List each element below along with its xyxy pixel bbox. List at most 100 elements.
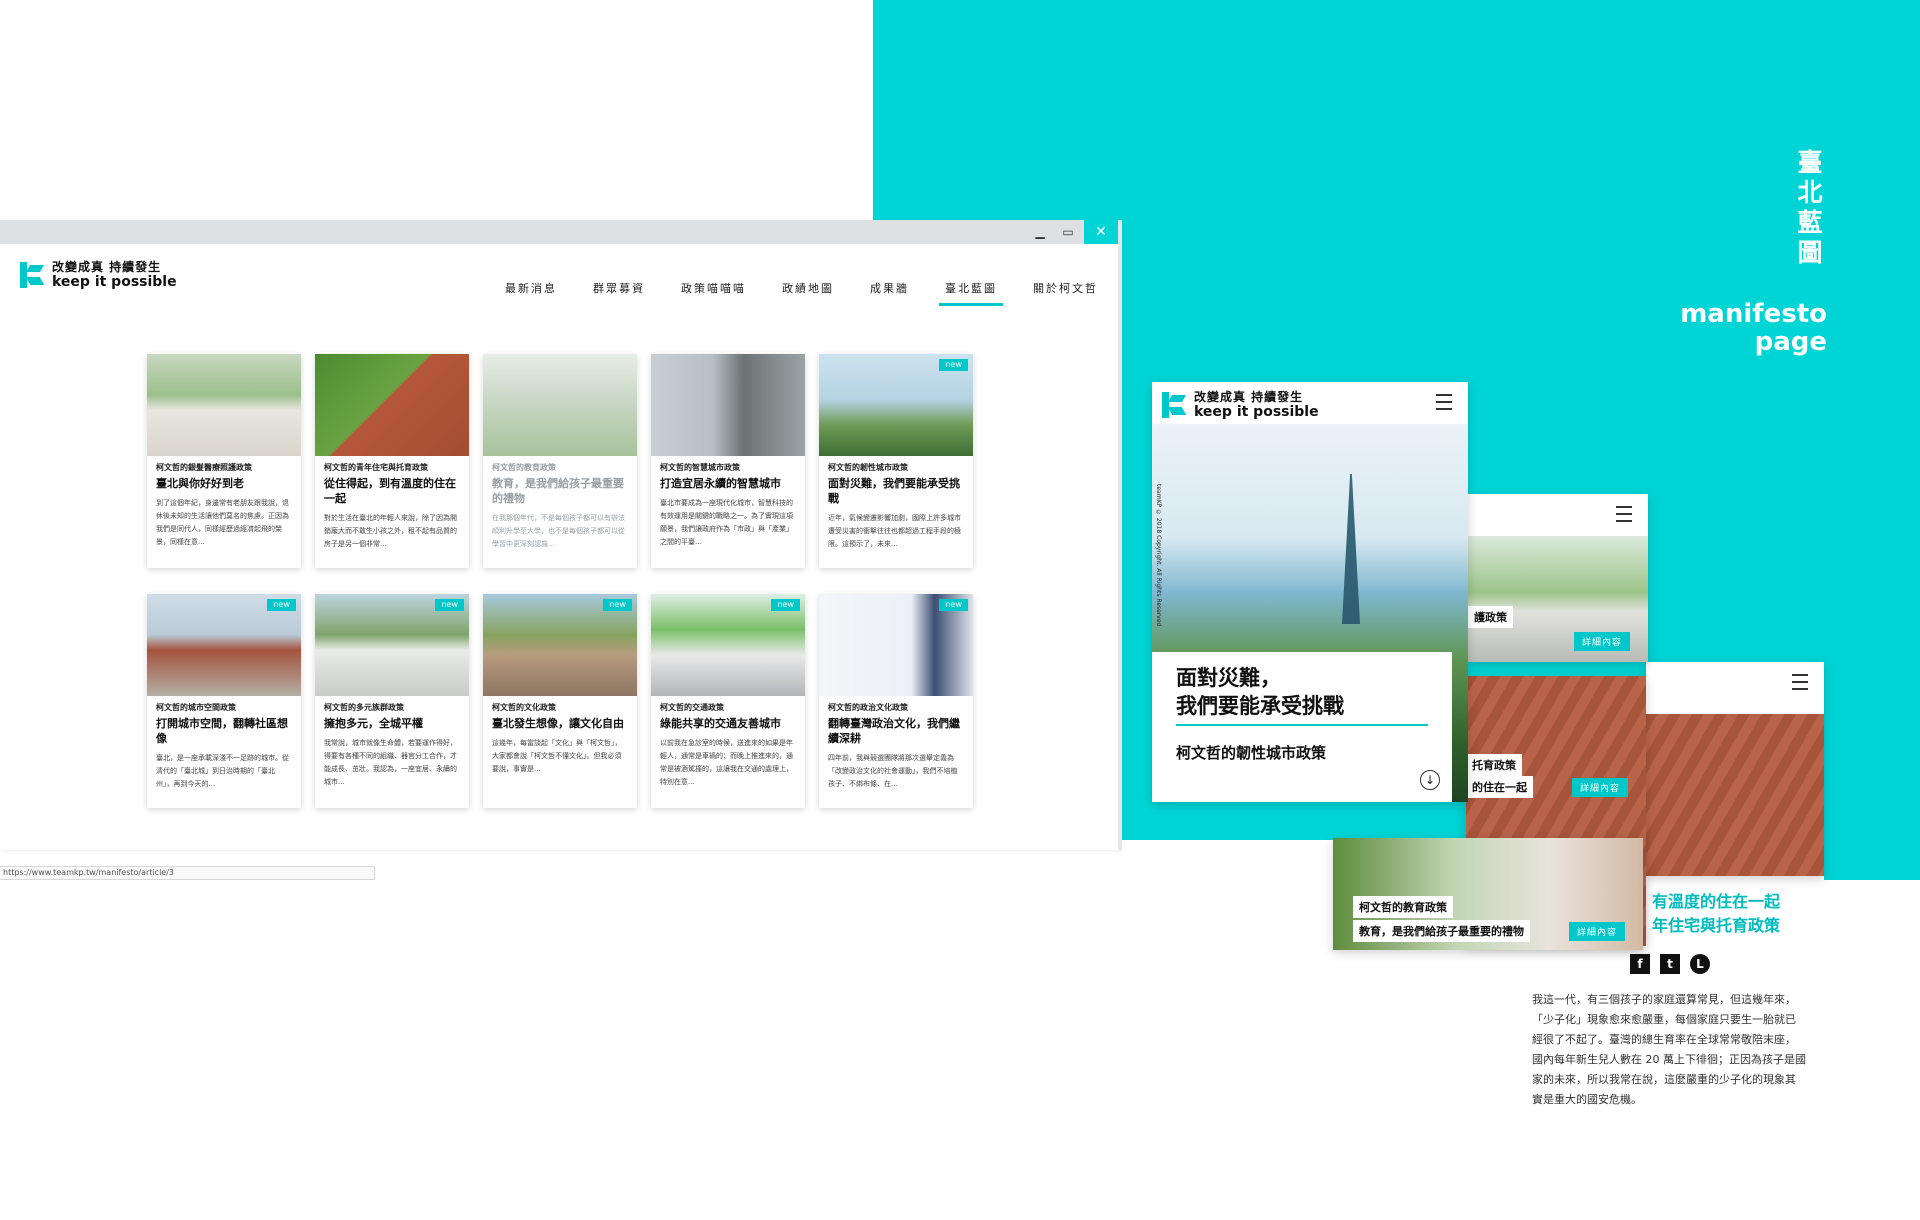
nav-item-news[interactable]: 最新消息 [505,280,557,304]
mockup-caption: 教育，是我們給孩子最重要的禮物 [1353,920,1530,942]
card-excerpt: 以前我在急診室的時候，送進來的如果是年輕人，通常是車禍的；而晚上推進來的，通常是… [660,739,793,786]
card-title: 臺北與你好好到老 [156,477,244,490]
maximize-icon[interactable]: ▭ [1058,224,1078,240]
new-badge: new [939,599,968,611]
card-photo [147,354,301,456]
card-title: 擁抱多元，全城平權 [324,717,423,730]
nav-item-crowdfunding[interactable]: 群眾募資 [593,280,645,304]
taipei101-shape [1342,474,1360,624]
card-photo: new [651,594,805,696]
stage: 臺北藍圖 manifesto page ▁ ▭ ✕ 改變成真 持續發生 keep… [0,0,1920,1220]
policy-card[interactable]: 柯文哲的青年住宅與托育政策 從住得起，到有溫度的住在一起 對於生活在臺北的年輕人來說… [315,354,469,568]
nav-item-policy[interactable]: 政策喵喵喵 [681,280,746,304]
detail-button[interactable]: 詳細內容 [1569,922,1626,941]
close-icon[interactable]: ✕ [1084,220,1118,244]
copyright-text: teamKP © 2018 Copyright. All Rights Rese… [1155,484,1162,627]
status-url-bar: https://www.teamkp.tw/manifesto/article/… [0,866,375,880]
logo-slogan-en: keep it possible [1194,404,1319,420]
side-title: 臺北藍圖 [1797,148,1825,267]
menu-icon[interactable] [1436,394,1452,410]
hero-subtitle: 柯文哲的韌性城市政策 [1176,744,1327,762]
article-body: 我這一代，有三個孩子的家庭還算常見，但這幾年來，「少子化」現象愈來愈嚴重，每個家… [1532,993,1806,1106]
hero-title: 面對災難， 我們要能承受挑戰 [1176,664,1428,726]
line-icon[interactable]: L [1690,954,1710,974]
card-excerpt: 在我那個年代，不是每個孩子都可以有辦法順利升學至大學，也不是每個孩子都可以從學習… [492,514,625,548]
nav-item-about[interactable]: 關於柯文哲 [1033,280,1098,304]
card-tag: 柯文哲的文化政策 [492,703,556,712]
manifesto-line1: manifesto [1680,299,1827,329]
card-tag: 柯文哲的交通政策 [660,703,724,712]
site-logo[interactable]: 改變成真 持續發生 keep it possible [20,260,177,290]
card-tag: 柯文哲的青年住宅與托育政策 [324,463,428,472]
card-photo [651,354,805,456]
card-title: 打造宜居永續的智慧城市 [660,477,781,490]
policy-card[interactable]: new 柯文哲的城市空間政策打開城市空間，翻轉社區想像臺北，是一座承載深淺不一足跡… [147,594,301,808]
mockup-caption: 托育政策 [1466,754,1522,776]
card-photo [483,354,637,456]
card-excerpt: 這幾年，每當談起「文化」與「柯文哲」，大家都會說「柯文哲不懂文化」。但我必須要說… [492,739,622,773]
hero-title-line1: 面對災難， [1176,666,1281,690]
manifesto-label: manifesto page [1680,300,1827,356]
mockup-caption: 護政策 [1468,606,1513,628]
card-excerpt: 臺北市要成為一座現代化城市，智慧科技的有效運用是關鍵的戰略之一。為了實現這項願景… [660,499,793,546]
policy-card[interactable]: 柯文哲的智慧城市政策 打造宜居永續的智慧城市 臺北市要成為一座現代化城市，智慧科技的… [651,354,805,568]
card-photo: new [483,594,637,696]
housing-title-line1: 有溫度的住在一起 [1652,892,1781,911]
housing-title-line2: 年住宅與托育政策 [1652,916,1781,935]
card-tag: 柯文哲的政治文化政策 [828,703,908,712]
policy-card[interactable]: 柯文哲的教育政策教育，是我們給孩子最重要的禮物在我那個年代，不是每個孩子都可以有… [483,354,637,568]
hero-title-line2: 我們要能承受挑戰 [1176,694,1344,718]
card-title: 教育，是我們給孩子最重要的禮物 [492,477,624,505]
teal-background-strip [1824,0,1920,880]
menu-icon[interactable] [1792,674,1808,690]
site-logo[interactable]: 改變成真 持續發生 keep it possible [1162,390,1319,420]
facebook-icon[interactable]: f [1630,954,1650,974]
card-tag: 柯文哲的教育政策 [492,463,556,472]
k-logo-icon [1162,392,1187,418]
card-tag: 柯文哲的韌性城市政策 [828,463,908,472]
card-excerpt: 我常說，城市就像生命體，若要運作得好，得要有各種不同的組織、器官分工合作，才能成… [324,739,457,786]
mobile-mockup-elderly: 護政策 詳細內容 [1468,494,1648,662]
policy-card[interactable]: new 柯文哲的政治文化政策 翻轉臺灣政治文化，我們繼續深耕 四年前，我與競選團隊將那… [819,594,973,808]
card-photo: new [315,594,469,696]
nav-item-blueprint[interactable]: 臺北藍圖 [939,280,1003,306]
mobile-mockup-resilience: 改變成真 持續發生 keep it possible teamKP © 2018… [1152,382,1468,802]
nav-item-map[interactable]: 政績地圖 [782,280,834,304]
card-tag: 柯文哲的銀髮醫療照護政策 [156,463,252,472]
card-title: 打開城市空間，翻轉社區想像 [156,717,288,745]
policy-card[interactable]: 柯文哲的銀髮醫療照護政策 臺北與你好好到老 到了這個年紀，身邊常有老朋友跟我說，退休… [147,354,301,568]
hero-panel: 面對災難， 我們要能承受挑戰 柯文哲的韌性城市政策 ↓ [1152,652,1452,802]
policy-card[interactable]: new 柯文哲的多元族群政策 擁抱多元，全城平權 我常說，城市就像生命體，若要運作得好… [315,594,469,808]
nav-item-results[interactable]: 成果牆 [870,280,909,304]
detail-button[interactable]: 詳細內容 [1572,778,1629,797]
logo-slogan-zh: 改變成真 持續發生 [1194,390,1304,404]
policy-card[interactable]: new 柯文哲的韌性城市政策面對災難，我們要能承受挑戰近年，氣候變遷影響加劇，國際… [819,354,973,568]
policy-card[interactable]: new 柯文哲的交通政策綠能共享的交通友善城市以前我在急診室的時候，送進來的如果是… [651,594,805,808]
menu-icon[interactable] [1616,506,1632,522]
card-photo: new [147,594,301,696]
policy-card-grid: 柯文哲的銀髮醫療照護政策 臺北與你好好到老 到了這個年紀，身邊常有老朋友跟我說，退休… [147,354,973,808]
social-share: f t L [1630,954,1710,974]
card-photo [315,354,469,456]
browser-window: ▁ ▭ ✕ 改變成真 持續發生 keep it possible 最新消息 群眾… [0,220,1122,880]
housing-policy-title: 有溫度的住在一起 年住宅與托育政策 [1652,890,1780,938]
card-photo: new [819,354,973,456]
mockup-photo [1646,714,1824,876]
card-excerpt: 近年，氣候變遷影響加劇，國際上許多城市遭受災害的衝擊往往也都超過工程手段的極限。… [828,514,961,548]
new-badge: new [939,359,968,371]
card-title: 面對災難，我們要能承受挑戰 [828,477,960,505]
new-badge: new [771,599,800,611]
main-nav: 最新消息 群眾募資 政策喵喵喵 政績地圖 成果牆 臺北藍圖 關於柯文哲 [505,280,1098,306]
card-excerpt: 臺北，是一座承載深淺不一足跡的城市。從清代的「臺北城」到日治時期的「臺北州」，再… [156,754,289,788]
policy-card[interactable]: new 柯文哲的文化政策 臺北發生想像，讓文化自由 這幾年，每當談起「文化」與「柯文哲… [483,594,637,808]
manifesto-line2: page [1754,327,1827,357]
arrow-down-icon[interactable]: ↓ [1420,770,1440,790]
logo-slogan-en: keep it possible [52,274,177,290]
card-title: 綠能共享的交通友善城市 [660,717,781,730]
twitter-icon[interactable]: t [1660,954,1680,974]
detail-button[interactable]: 詳細內容 [1574,632,1631,651]
card-excerpt: 四年前，我與競選團隊將那次選舉定義為「改變政治文化的社會運動」，我們不培植孩子、… [828,754,958,788]
window-titlebar: ▁ ▭ ✕ [0,220,1118,244]
card-tag: 柯文哲的城市空間政策 [156,703,236,712]
minimize-icon[interactable]: ▁ [1030,224,1050,240]
